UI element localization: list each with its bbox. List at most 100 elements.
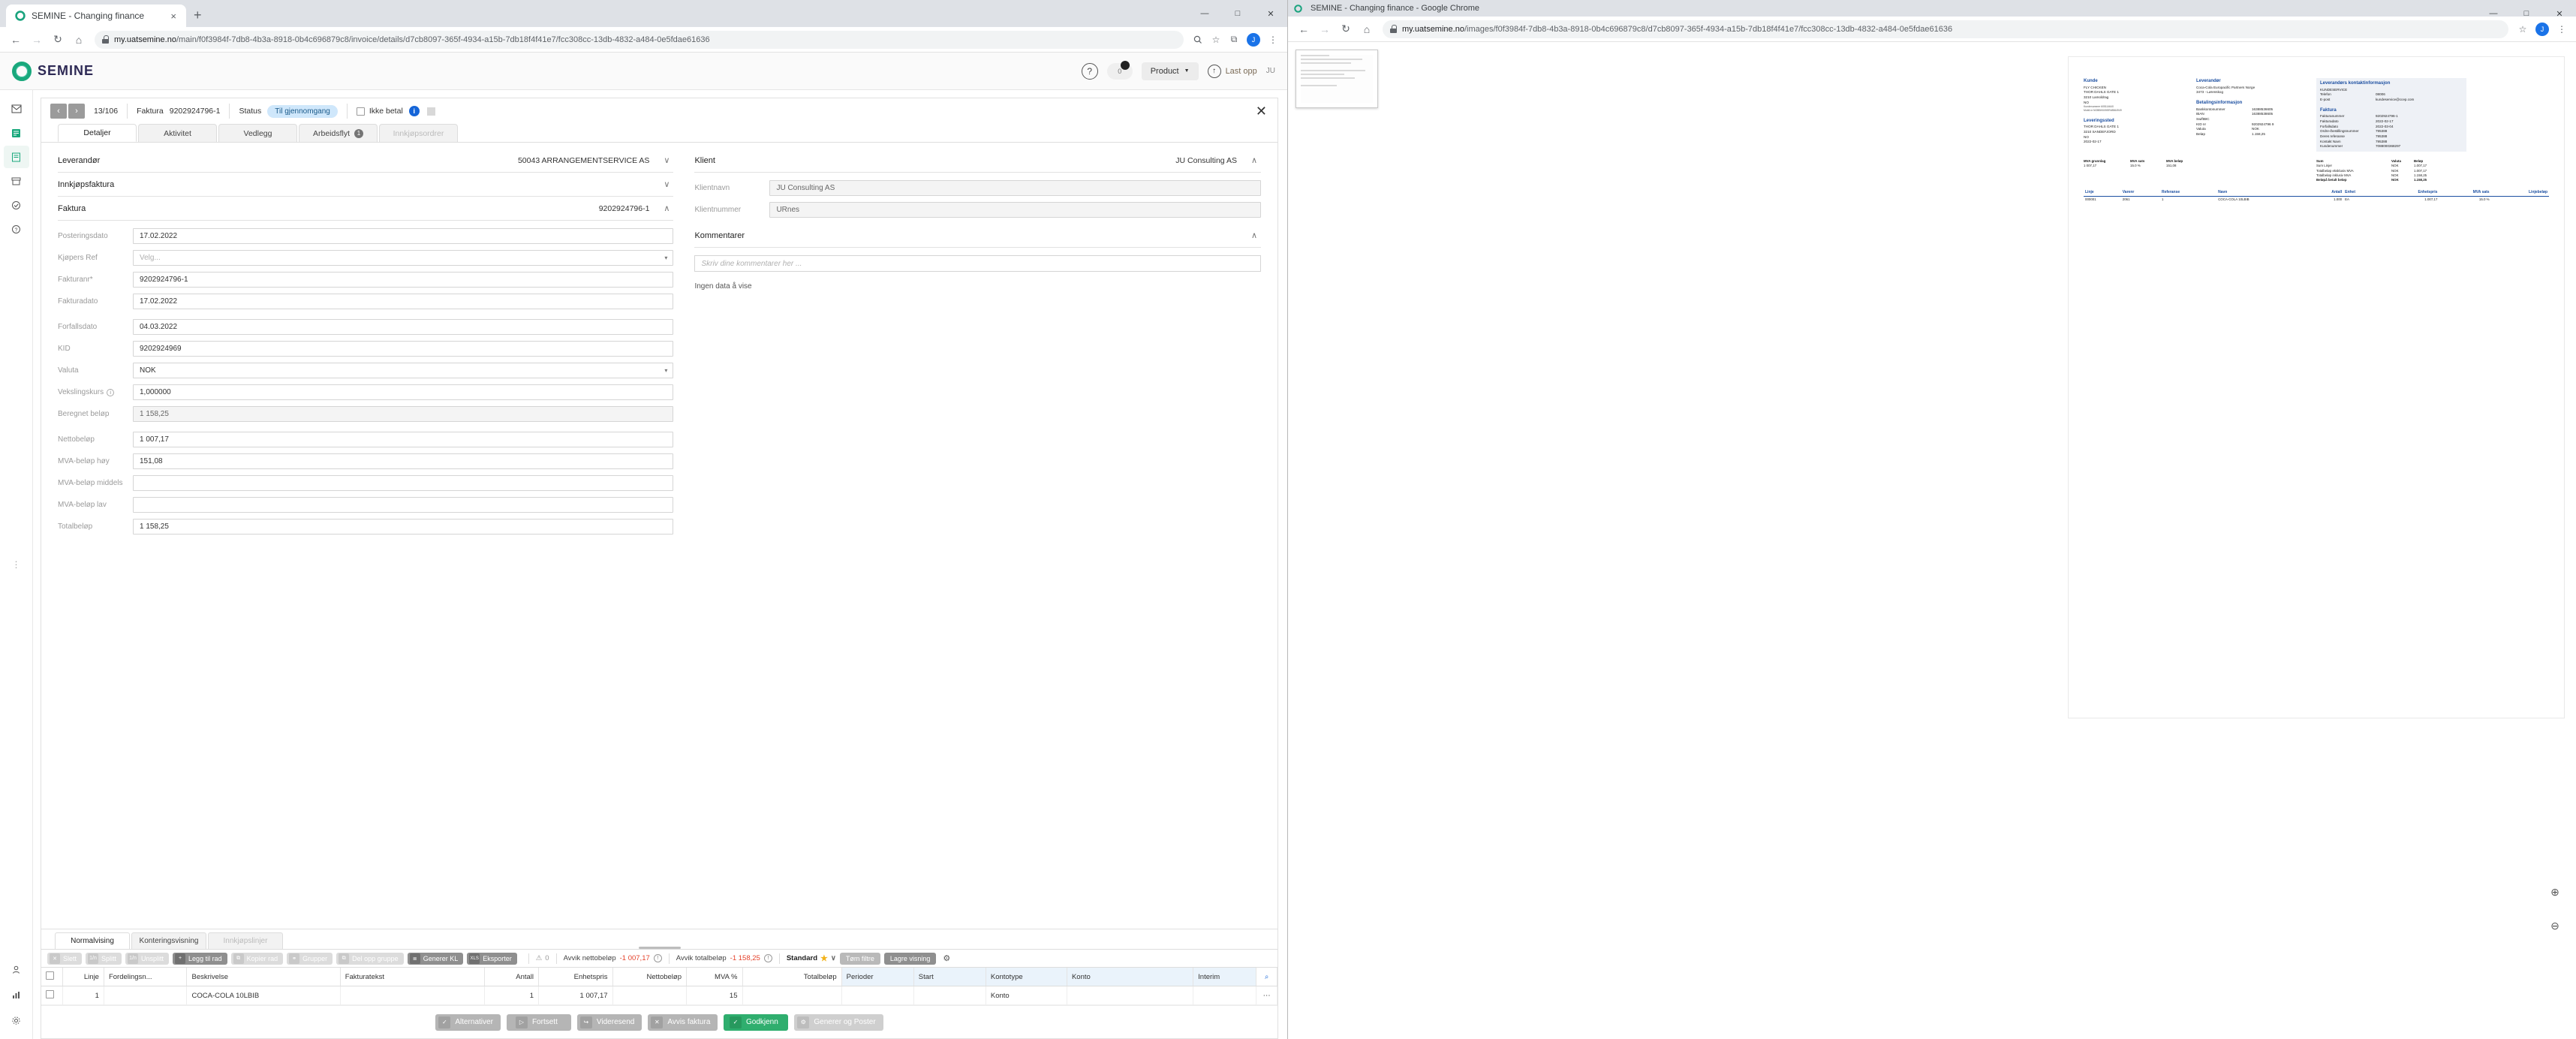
- forward-icon[interactable]: →: [27, 30, 47, 50]
- unsplit-button[interactable]: 1/nUnsplitt: [125, 953, 169, 965]
- chevron-up-icon[interactable]: ∧: [660, 203, 673, 213]
- clear-filters-button[interactable]: Tøm filtre: [840, 953, 880, 965]
- help-icon[interactable]: ?: [1082, 63, 1098, 80]
- col-totalbelop[interactable]: Totalbeløp: [742, 968, 841, 986]
- close-invoice-button[interactable]: ✕: [1256, 104, 1267, 118]
- chevron-down-icon[interactable]: ∨: [831, 954, 836, 962]
- maximize-icon[interactable]: □: [2510, 0, 2543, 27]
- close-window-icon[interactable]: ✕: [2543, 0, 2576, 27]
- cell-linje[interactable]: 1: [62, 986, 104, 1005]
- col-interim[interactable]: Interim: [1193, 968, 1256, 986]
- user-initials[interactable]: JU: [1266, 67, 1275, 75]
- notifications-chip[interactable]: 0: [1107, 63, 1133, 80]
- delete-row-button[interactable]: ✕Slett: [47, 953, 82, 965]
- col-beskrivelse[interactable]: Beskrivelse: [187, 968, 340, 986]
- cell-fordelingsnokkel[interactable]: [104, 986, 187, 1005]
- rail-item-documents[interactable]: [4, 146, 29, 168]
- mva-middels-input[interactable]: [133, 475, 673, 491]
- reload-icon[interactable]: ↻: [1336, 20, 1356, 39]
- browser-tab[interactable]: SEMINE - Changing finance ×: [6, 5, 186, 27]
- cell-beskrivelse[interactable]: COCA-COLA 10LBIB: [187, 986, 340, 1005]
- col-nettobelop[interactable]: Nettobeløp: [612, 968, 687, 986]
- rail-item-inbox[interactable]: [4, 98, 29, 120]
- nettobelop-input[interactable]: 1 007,17: [133, 432, 673, 447]
- export-button[interactable]: XLSEksporter: [467, 953, 517, 965]
- info-icon[interactable]: i: [409, 106, 420, 116]
- accordion-faktura[interactable]: Faktura 9202924796-1 ∧: [58, 197, 673, 221]
- address-bar[interactable]: my.uatsemine.no/main/f0f3984f-7db8-4b3a-…: [95, 31, 1184, 49]
- chrome-menu-icon[interactable]: ⋮: [1265, 32, 1281, 48]
- copy-row-button[interactable]: ⧉Kopier rad: [231, 953, 284, 965]
- extensions-icon[interactable]: ⧉: [1226, 32, 1242, 48]
- col-start[interactable]: Start: [913, 968, 986, 986]
- prev-invoice-button[interactable]: ‹: [50, 104, 67, 119]
- fakturanr-input[interactable]: 9202924796-1: [133, 272, 673, 288]
- minimize-icon[interactable]: —: [1188, 0, 1221, 27]
- cell-fakturatekst[interactable]: [340, 986, 484, 1005]
- rail-item-user[interactable]: [4, 958, 29, 980]
- col-mva-prosent[interactable]: MVA %: [687, 968, 742, 986]
- cell-konto[interactable]: [1067, 986, 1193, 1005]
- chevron-up-icon[interactable]: ∧: [1247, 155, 1261, 165]
- accordion-klient[interactable]: Klient JU Consulting AS ∧: [694, 149, 1261, 173]
- save-view-button[interactable]: Lagre visning: [884, 953, 937, 965]
- maximize-icon[interactable]: □: [1221, 0, 1254, 27]
- cell-start[interactable]: [913, 986, 986, 1005]
- split-button[interactable]: 1/nSplitt: [86, 953, 122, 965]
- group-button[interactable]: ⚭Grupper: [287, 953, 333, 965]
- col-fakturatekst[interactable]: Fakturatekst: [340, 968, 484, 986]
- tab-detaljer[interactable]: Detaljer: [58, 124, 137, 142]
- zoom-in-icon[interactable]: ⊕: [2546, 883, 2564, 901]
- col-antall[interactable]: Antall: [484, 968, 538, 986]
- posteringsdato-input[interactable]: 17.02.2022: [133, 228, 673, 244]
- cell-kontotype[interactable]: Konto: [986, 986, 1067, 1005]
- home-icon[interactable]: ⌂: [69, 30, 89, 50]
- kid-input[interactable]: 9202924969: [133, 341, 673, 357]
- profile-avatar[interactable]: J: [1247, 33, 1260, 47]
- gtab-konteringsvisning[interactable]: Konteringsvisning: [131, 932, 206, 949]
- forfallsdato-input[interactable]: 04.03.2022: [133, 319, 673, 335]
- brand-logo[interactable]: SEMINE: [12, 62, 94, 81]
- mva-lav-input[interactable]: [133, 497, 673, 513]
- favorite-star-icon[interactable]: ★: [820, 953, 828, 963]
- mva-hoy-input[interactable]: 151,08: [133, 453, 673, 469]
- product-selector[interactable]: Product ▼: [1142, 62, 1199, 80]
- tab-arbeidsflyt[interactable]: Arbeidsflyt1: [299, 124, 378, 142]
- alert-icon[interactable]: !: [654, 954, 662, 962]
- cell-mva-prosent[interactable]: 15: [687, 986, 742, 1005]
- alert-icon[interactable]: !: [764, 954, 772, 962]
- col-kontotype[interactable]: Kontotype: [986, 968, 1067, 986]
- col-enhetspris[interactable]: Enhetspris: [539, 968, 613, 986]
- accordion-leverandor[interactable]: Leverandør 50043 ARRANGEMENTSERVICE AS ∨: [58, 149, 673, 173]
- scroll-handle[interactable]: [639, 947, 681, 949]
- cell-interim[interactable]: [1193, 986, 1256, 1005]
- rail-item-approve[interactable]: [4, 194, 29, 216]
- rail-item-invoice[interactable]: [4, 122, 29, 144]
- generate-kl-button[interactable]: ≣Generer KL: [408, 953, 464, 965]
- tab-vedlegg[interactable]: Vedlegg: [218, 124, 297, 142]
- new-tab-icon[interactable]: +: [194, 8, 202, 23]
- forward-icon[interactable]: →: [1315, 20, 1335, 39]
- table-search-icon[interactable]: ⌕: [1256, 968, 1277, 986]
- col-perioder[interactable]: Perioder: [841, 968, 913, 986]
- row-checkbox[interactable]: [46, 990, 54, 998]
- select-all-checkbox[interactable]: [46, 971, 54, 980]
- godkjenn-button[interactable]: ✓Godkjenn: [724, 1014, 788, 1031]
- rail-item-archive[interactable]: [4, 170, 29, 192]
- cell-nettobelop[interactable]: [612, 986, 687, 1005]
- table-row[interactable]: 1 COCA-COLA 10LBIB 1 1 007,17 15: [41, 986, 1277, 1005]
- bookmark-star-icon[interactable]: ☆: [1208, 32, 1224, 48]
- flag-icon[interactable]: [427, 107, 435, 116]
- col-konto[interactable]: Konto: [1067, 968, 1193, 986]
- rail-item-settings[interactable]: [4, 1009, 29, 1031]
- rail-drag-handle[interactable]: ⋮: [12, 559, 21, 570]
- upload-button[interactable]: ↑ Last opp: [1208, 65, 1257, 78]
- accordion-innkjopsfaktura[interactable]: Innkjøpsfaktura ∨: [58, 173, 673, 197]
- close-window-icon[interactable]: ✕: [1254, 0, 1287, 27]
- comment-input[interactable]: Skriv dine kommentarer her ...: [694, 255, 1261, 272]
- zoom-out-icon[interactable]: ⊖: [2546, 917, 2564, 935]
- rail-item-help[interactable]: ?: [4, 218, 29, 240]
- accordion-kommentarer[interactable]: Kommentarer ∧: [694, 224, 1261, 248]
- gtab-normalvising[interactable]: Normalvising: [55, 932, 130, 949]
- view-selector[interactable]: Standard ★ ∨: [787, 953, 836, 963]
